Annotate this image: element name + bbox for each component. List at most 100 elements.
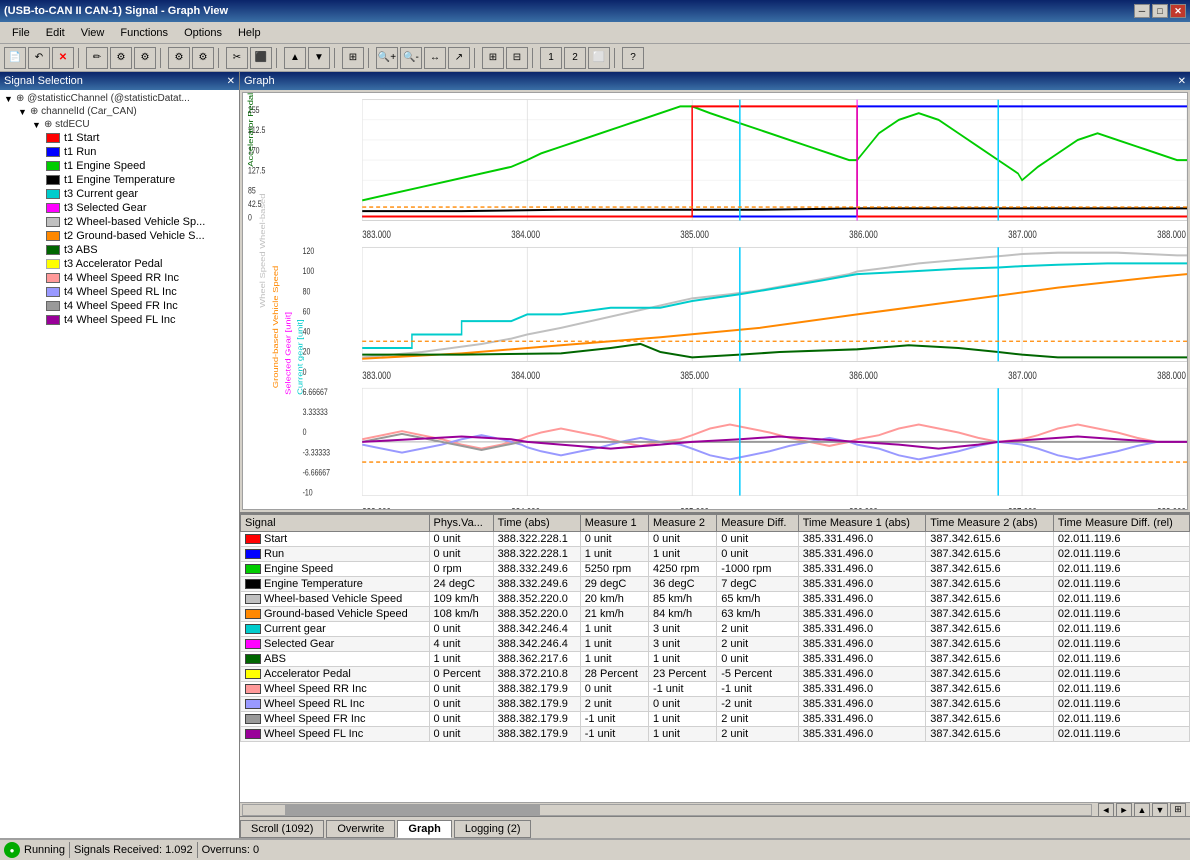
tab-graph[interactable]: Graph [397, 820, 451, 838]
tree-root[interactable]: ▼ ⊕ @statisticChannel (@statisticDatat..… [2, 92, 237, 105]
nav-right[interactable]: ► [1116, 803, 1132, 817]
close-button[interactable]: ✕ [1170, 4, 1186, 18]
menu-view[interactable]: View [73, 25, 113, 41]
toolbar-stop[interactable]: ✕ [52, 47, 74, 69]
menu-help[interactable]: Help [230, 25, 269, 41]
toolbar-b6[interactable]: ⊞ [482, 47, 504, 69]
toolbar-m2[interactable]: 2 [564, 47, 586, 69]
table-row[interactable]: Ground-based Vehicle Speed108 km/h388.35… [241, 607, 1190, 622]
tree-expand-channel[interactable]: ▼ [18, 107, 30, 117]
toolbar-undo[interactable]: ↶ [28, 47, 50, 69]
col-tm1[interactable]: Time Measure 1 (abs) [798, 515, 926, 532]
toolbar-b8[interactable]: ⬜ [588, 47, 610, 69]
tree-signal-run[interactable]: t1 Run [44, 145, 237, 159]
tree-channel[interactable]: ▼ ⊕ channelId (Car_CAN) [16, 105, 237, 118]
tree-signal-fr[interactable]: t4 Wheel Speed FR Inc [44, 299, 237, 313]
col-time-abs[interactable]: Time (abs) [493, 515, 580, 532]
toolbar-zoom-out[interactable]: 🔍- [400, 47, 422, 69]
table-row[interactable]: Wheel Speed FL Inc0 unit388.382.179.9-1 … [241, 727, 1190, 742]
tree-expand-ecu[interactable]: ▼ [32, 120, 44, 130]
nav-left[interactable]: ◄ [1098, 803, 1114, 817]
toolbar-zoom-in[interactable]: 🔍+ [376, 47, 398, 69]
table-cell: 387.342.615.6 [926, 622, 1054, 637]
nav-down[interactable]: ▼ [1152, 803, 1168, 817]
tree-expand-root[interactable]: ▼ [4, 94, 16, 104]
table-row[interactable]: Wheel-based Vehicle Speed109 km/h388.352… [241, 592, 1190, 607]
tree-signal-current-gear[interactable]: t3 Current gear [44, 187, 237, 201]
signal-label-selected-gear: t3 Selected Gear [64, 202, 147, 214]
col-signal[interactable]: Signal [241, 515, 430, 532]
table-cell: 0 unit [648, 532, 716, 547]
table-row[interactable]: Engine Speed0 rpm388.332.249.65250 rpm42… [241, 562, 1190, 577]
table-row[interactable]: Wheel Speed RL Inc0 unit388.382.179.92 u… [241, 697, 1190, 712]
status-bar: ● Running Signals Received: 1.092 Overru… [0, 838, 1190, 860]
tree-signal-selected-gear[interactable]: t3 Selected Gear [44, 201, 237, 215]
menu-options[interactable]: Options [176, 25, 230, 41]
signal-panel-close[interactable]: ✕ [227, 76, 235, 87]
tree-signal-rr[interactable]: t4 Wheel Speed RR Inc [44, 271, 237, 285]
tree-signal-accel[interactable]: t3 Accelerator Pedal [44, 257, 237, 271]
nav-expand[interactable]: ⊞ [1170, 803, 1186, 817]
signal-color-fr [46, 301, 60, 311]
signal-swatch [245, 729, 261, 739]
toolbar-zoom-fit[interactable]: ↔ [424, 47, 446, 69]
col-mdiff[interactable]: Measure Diff. [717, 515, 798, 532]
signal-swatch [245, 639, 261, 649]
toolbar-filter[interactable]: ⊞ [342, 47, 364, 69]
table-row[interactable]: Engine Temperature24 degC388.332.249.629… [241, 577, 1190, 592]
tree-signal-abs[interactable]: t3 ABS [44, 243, 237, 257]
toolbar-up[interactable]: ▲ [284, 47, 306, 69]
toolbar-cursor[interactable]: ↗ [448, 47, 470, 69]
toolbar-b1[interactable]: ⚙ [110, 47, 132, 69]
tree-stdecu[interactable]: ▼ ⊕ stdECU [30, 118, 237, 131]
toolbar-b3[interactable]: ⚙ [168, 47, 190, 69]
minimize-button[interactable]: ─ [1134, 4, 1150, 18]
tree-signal-engine-temp[interactable]: t1 Engine Temperature [44, 173, 237, 187]
tree-signal-rl[interactable]: t4 Wheel Speed RL Inc [44, 285, 237, 299]
toolbar-b2[interactable]: ⚙ [134, 47, 156, 69]
toolbar-pencil[interactable]: ✏ [86, 47, 108, 69]
tree-signal-ground-speed[interactable]: t2 Ground-based Vehicle S... [44, 229, 237, 243]
tree-signal-fl[interactable]: t4 Wheel Speed FL Inc [44, 313, 237, 327]
table-row[interactable]: Current gear0 unit388.342.246.41 unit3 u… [241, 622, 1190, 637]
toolbar-new[interactable]: 📄 [4, 47, 26, 69]
table-row[interactable]: Run0 unit388.322.228.11 unit1 unit0 unit… [241, 547, 1190, 562]
toolbar-b7[interactable]: ⊟ [506, 47, 528, 69]
col-phys[interactable]: Phys.Va... [429, 515, 493, 532]
col-tmdiff[interactable]: Time Measure Diff. (rel) [1053, 515, 1189, 532]
toolbar-m1[interactable]: 1 [540, 47, 562, 69]
signal-color-selected-gear [46, 203, 60, 213]
table-row[interactable]: Wheel Speed RR Inc0 unit388.382.179.90 u… [241, 682, 1190, 697]
tree-signal-wheel-speed-v[interactable]: t2 Wheel-based Vehicle Sp... [44, 215, 237, 229]
table-row[interactable]: Wheel Speed FR Inc0 unit388.382.179.9-1 … [241, 712, 1190, 727]
tree-signal-start[interactable]: t1 Start [44, 131, 237, 145]
graph-canvas[interactable]: 383.000 384.000 385.000 386.000 387.000 … [242, 92, 1188, 510]
table-row[interactable]: ABS1 unit388.362.217.61 unit1 unit0 unit… [241, 652, 1190, 667]
data-table-area[interactable]: Signal Phys.Va... Time (abs) Measure 1 M… [240, 512, 1190, 802]
nav-up[interactable]: ▲ [1134, 803, 1150, 817]
maximize-button[interactable]: □ [1152, 4, 1168, 18]
tree-signal-engine-speed[interactable]: t1 Engine Speed [44, 159, 237, 173]
graph-panel-close[interactable]: ✕ [1178, 76, 1186, 87]
tab-overwrite[interactable]: Overwrite [326, 820, 395, 838]
menu-edit[interactable]: Edit [38, 25, 73, 41]
toolbar-b4[interactable]: ⚙ [192, 47, 214, 69]
toolbar-del[interactable]: ✂ [226, 47, 248, 69]
menu-functions[interactable]: Functions [112, 25, 176, 41]
col-m2[interactable]: Measure 2 [648, 515, 716, 532]
toolbar-b5[interactable]: ⬛ [250, 47, 272, 69]
col-m1[interactable]: Measure 1 [580, 515, 648, 532]
table-row[interactable]: Start0 unit388.322.228.10 unit0 unit0 un… [241, 532, 1190, 547]
scrollbar-thumb[interactable] [285, 805, 539, 815]
menu-file[interactable]: File [4, 25, 38, 41]
toolbar-help[interactable]: ? [622, 47, 644, 69]
table-row[interactable]: Selected Gear4 unit388.342.246.41 unit3 … [241, 637, 1190, 652]
tab-scroll[interactable]: Scroll (1092) [240, 820, 324, 838]
table-row[interactable]: Accelerator Pedal0 Percent388.372.210.82… [241, 667, 1190, 682]
tab-logging[interactable]: Logging (2) [454, 820, 532, 838]
scrollbar-track[interactable] [242, 804, 1092, 816]
col-tm2[interactable]: Time Measure 2 (abs) [926, 515, 1054, 532]
signal-tree[interactable]: ▼ ⊕ @statisticChannel (@statisticDatat..… [0, 90, 239, 838]
toolbar-down[interactable]: ▼ [308, 47, 330, 69]
window-title: (USB-to-CAN II CAN-1) Signal - Graph Vie… [4, 5, 228, 17]
